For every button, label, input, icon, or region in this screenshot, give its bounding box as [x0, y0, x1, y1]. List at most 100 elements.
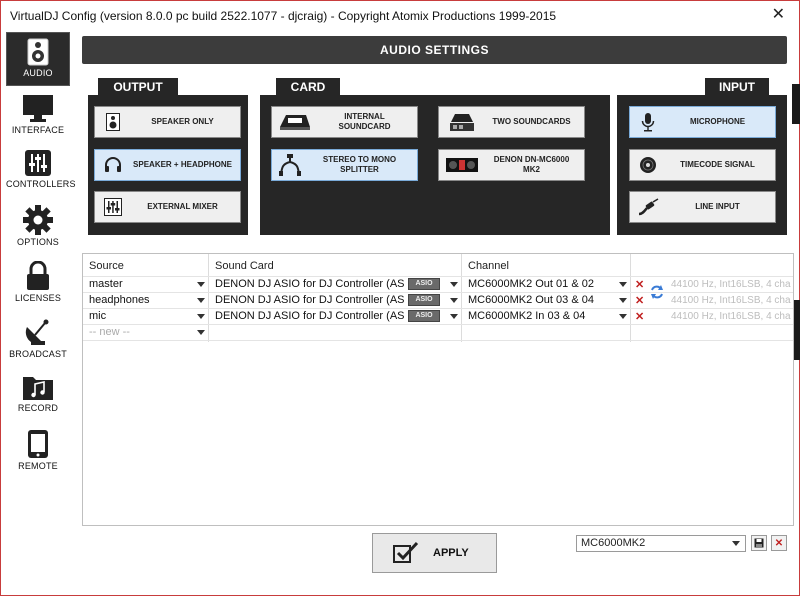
chevron-down-icon[interactable]: [619, 298, 627, 303]
option-label: TIMECODE SIGNAL: [680, 160, 755, 169]
apply-button[interactable]: APPLY: [372, 533, 497, 573]
sidebar-item-label: BROADCAST: [9, 349, 67, 359]
refresh-link-icon[interactable]: [650, 283, 664, 304]
source-column-header: Source: [89, 260, 124, 272]
page-title: AUDIO SETTINGS: [379, 43, 489, 57]
option-label: SPEAKER ONLY: [151, 117, 214, 126]
chevron-down-icon[interactable]: [450, 298, 458, 303]
background-window-edge: [792, 84, 800, 124]
speaker-headphone-button[interactable]: SPEAKER + HEADPHONE: [94, 149, 241, 181]
sidebar-item-audio[interactable]: AUDIO: [6, 32, 70, 86]
format-info: 44100 Hz, Int16LSB, 4 cha: [671, 311, 791, 322]
external-mixer-button[interactable]: EXTERNAL MIXER: [94, 191, 241, 223]
chevron-down-icon[interactable]: [197, 314, 205, 319]
jack-plug-icon: [630, 192, 666, 222]
microphone-button[interactable]: MICROPHONE: [629, 106, 776, 138]
gear-icon: [23, 205, 53, 235]
save-icon: [754, 538, 764, 548]
row-divider: [83, 276, 793, 277]
delete-row-icon[interactable]: ✕: [635, 311, 644, 323]
timecode-signal-button[interactable]: TIMECODE SIGNAL: [629, 149, 776, 181]
preset-value: MC6000MK2: [581, 537, 646, 549]
sidebar-item-controllers[interactable]: CONTROLLERS: [6, 144, 76, 198]
source-select[interactable]: master: [89, 277, 189, 292]
lock-icon: [27, 261, 49, 290]
format-info: 44100 Hz, Int16LSB, 4 cha: [671, 295, 791, 306]
channel-select[interactable]: MC6000MK2 In 03 & 04: [468, 309, 618, 324]
chevron-down-icon[interactable]: [197, 282, 205, 287]
mixer-icon: [95, 192, 131, 222]
sidebar-item-label: REMOTE: [18, 461, 58, 471]
row-divider: [83, 308, 793, 309]
chevron-down-icon[interactable]: [450, 314, 458, 319]
satellite-dish-icon: [25, 319, 49, 345]
speaker-only-button[interactable]: SPEAKER ONLY: [94, 106, 241, 138]
sidebar-item-label: LICENSES: [14, 293, 62, 303]
preset-select[interactable]: MC6000MK2: [576, 535, 746, 552]
internal-soundcard-button[interactable]: INTERNAL SOUNDCARD: [271, 106, 418, 138]
chevron-down-icon[interactable]: [732, 541, 740, 546]
sidebar-item-remote[interactable]: REMOTE: [6, 424, 70, 478]
option-label: TWO SOUNDCARDS: [492, 117, 571, 126]
window-title: VirtualDJ Config (version 8.0.0 pc build…: [10, 9, 557, 23]
option-label: DENON DN-MC6000 MK2: [493, 155, 570, 174]
column-divider: [630, 254, 631, 342]
close-icon[interactable]: ✕: [772, 6, 785, 24]
sidebar-item-record[interactable]: RECORD: [6, 368, 70, 422]
music-folder-icon: [23, 377, 53, 400]
asio-badge[interactable]: ASIO: [408, 294, 440, 306]
line-input-button[interactable]: LINE INPUT: [629, 191, 776, 223]
sidebar-item-interface[interactable]: INTERFACE: [6, 88, 70, 142]
chevron-down-icon[interactable]: [197, 298, 205, 303]
delete-row-icon[interactable]: ✕: [635, 279, 644, 291]
soundcard-select[interactable]: DENON DJ ASIO for DJ Controller (ASIO): [215, 277, 405, 292]
format-info: 44100 Hz, Int16LSB, 4 cha: [671, 279, 791, 290]
sidebar-item-broadcast[interactable]: BROADCAST: [6, 312, 70, 366]
chevron-down-icon[interactable]: [619, 282, 627, 287]
channel-select[interactable]: MC6000MK2 Out 01 & 02: [468, 277, 618, 292]
denon-dn-mc6000-mk2-button[interactable]: DENON DN-MC6000 MK2: [438, 149, 585, 181]
sliders-icon: [25, 150, 51, 176]
chevron-down-icon[interactable]: [619, 314, 627, 319]
soundcard-select[interactable]: DENON DJ ASIO for DJ Controller (ASIO): [215, 293, 405, 308]
chevron-down-icon[interactable]: [450, 282, 458, 287]
delete-preset-button[interactable]: ✕: [771, 535, 787, 551]
delete-row-icon[interactable]: ✕: [635, 295, 644, 307]
two-soundcards-button[interactable]: TWO SOUNDCARDS: [438, 106, 585, 138]
option-label: INTERNAL SOUNDCARD: [338, 112, 391, 131]
soundcard-column-header: Sound Card: [215, 260, 274, 272]
source-select[interactable]: mic: [89, 309, 189, 324]
soundcards-icon: [439, 107, 485, 137]
option-label: MICROPHONE: [689, 117, 746, 126]
row-divider: [83, 324, 793, 325]
stereo-to-mono-splitter-button[interactable]: STEREO TO MONO SPLITTER: [271, 149, 418, 181]
soundcard-icon: [272, 107, 318, 137]
title-bar: VirtualDJ Config (version 8.0.0 pc build…: [0, 0, 800, 30]
option-label: EXTERNAL MIXER: [147, 202, 218, 211]
option-label: LINE INPUT: [695, 202, 740, 211]
sidebar-item-licenses[interactable]: LICENSES: [6, 256, 70, 310]
chevron-down-icon[interactable]: [197, 330, 205, 335]
sidebar-item-label: AUDIO: [23, 68, 53, 78]
save-preset-button[interactable]: [751, 535, 767, 551]
source-select[interactable]: headphones: [89, 293, 189, 308]
channel-select[interactable]: MC6000MK2 Out 03 & 04: [468, 293, 618, 308]
section-header: AUDIO SETTINGS: [82, 36, 787, 64]
row-divider: [83, 340, 793, 341]
asio-badge[interactable]: ASIO: [408, 310, 440, 322]
microphone-icon: [630, 107, 666, 137]
sidebar-item-label: CONTROLLERS: [6, 179, 76, 189]
splitter-cable-icon: [272, 150, 308, 180]
soundcard-select[interactable]: DENON DJ ASIO for DJ Controller (ASIO): [215, 309, 405, 324]
sidebar-item-options[interactable]: OPTIONS: [6, 200, 70, 254]
new-source-select[interactable]: -- new --: [89, 325, 189, 340]
channel-column-header: Channel: [468, 260, 509, 272]
apply-label: APPLY: [433, 547, 469, 559]
monitor-icon: [23, 95, 53, 122]
sidebar: AUDIO INTERFACE CONTROLLERS OPTIONS LICE…: [2, 30, 76, 586]
asio-badge[interactable]: ASIO: [408, 278, 440, 290]
controller-icon: [439, 150, 485, 180]
headphone-icon: [95, 150, 131, 180]
speaker-icon: [27, 38, 49, 66]
input-tab: INPUT: [705, 78, 769, 96]
